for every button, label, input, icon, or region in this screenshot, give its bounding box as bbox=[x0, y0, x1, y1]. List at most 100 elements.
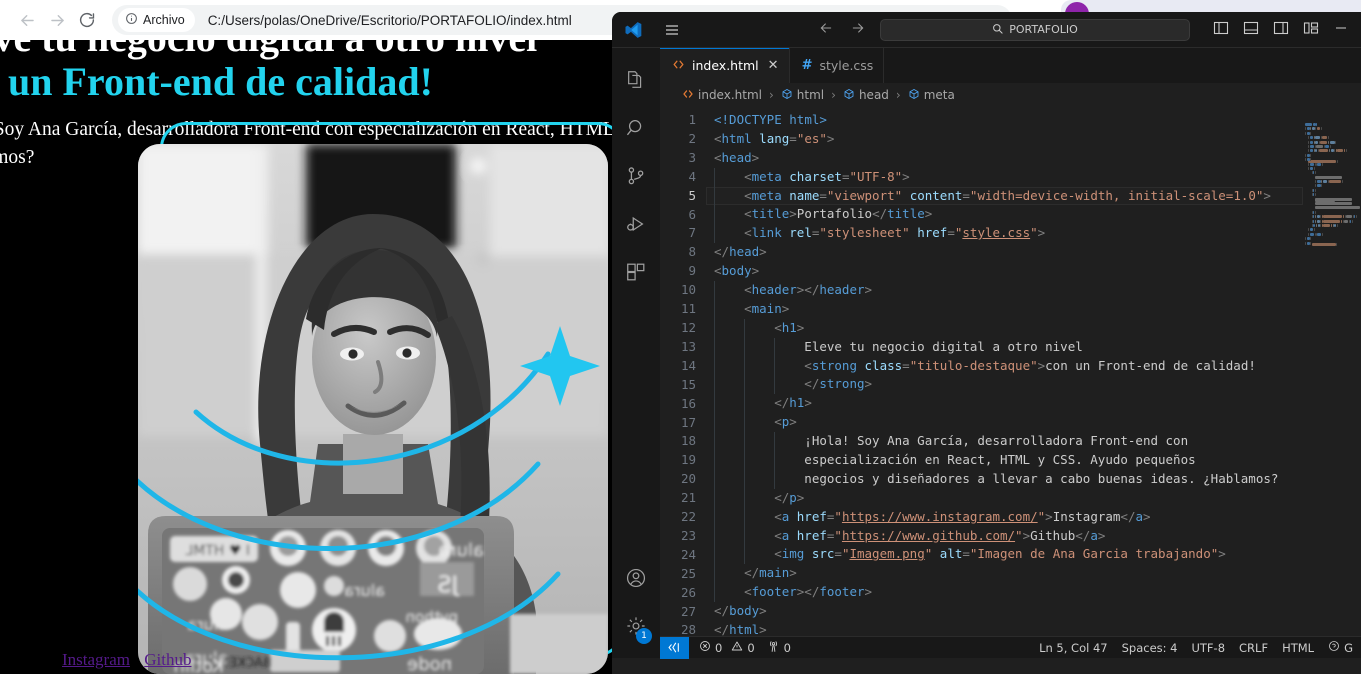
code-line[interactable]: <strong class="titulo-destaque">con un F… bbox=[706, 356, 1303, 376]
toggle-panel-icon[interactable] bbox=[1243, 20, 1259, 40]
back-button[interactable] bbox=[12, 5, 42, 35]
code-text: <link rel="stylesheet" href="style.css"> bbox=[744, 225, 1046, 241]
vscode-back-icon[interactable] bbox=[818, 20, 834, 40]
code-line[interactable]: </body> bbox=[706, 602, 1303, 621]
vscode-forward-icon[interactable] bbox=[850, 20, 866, 40]
minimap-line bbox=[1303, 203, 1361, 219]
minimap-line bbox=[1303, 133, 1361, 148]
code-line[interactable]: <header></header> bbox=[706, 281, 1303, 300]
code-editor[interactable]: 1 2 3 4 5 6 7 8 9 10 11 12 13 14 15 16 17 18 19 20 21 22 23 24 2… bbox=[660, 107, 1361, 636]
breadcrumb-item-head[interactable]: head bbox=[843, 88, 889, 103]
minimap[interactable] bbox=[1303, 107, 1361, 636]
code-content[interactable]: <!DOCTYPE html> <html lang="es"> <head> <me… bbox=[706, 107, 1303, 636]
code-line[interactable]: </main> bbox=[706, 564, 1303, 584]
problems-button[interactable]: 0 0 bbox=[699, 640, 755, 655]
eol[interactable]: CRLF bbox=[1239, 641, 1268, 655]
code-line[interactable]: negocios y diseñadores a llevar a cabo b… bbox=[706, 469, 1303, 489]
command-center[interactable]: PORTAFOLIO bbox=[880, 18, 1190, 41]
code-line[interactable]: <h1> bbox=[706, 318, 1303, 338]
close-icon[interactable]: ✕ bbox=[768, 58, 779, 73]
code-line[interactable]: <html lang="es"> bbox=[706, 130, 1303, 149]
code-line[interactable]: <head> bbox=[706, 149, 1303, 168]
code-line[interactable]: <a href="https://www.instagram.com/">Ins… bbox=[706, 507, 1303, 527]
minimap-token bbox=[1320, 140, 1328, 144]
line-number: 1 bbox=[688, 112, 696, 127]
warning-count: 0 bbox=[747, 640, 755, 655]
minimap-token bbox=[1306, 158, 1310, 162]
origin-chip[interactable]: Archivo bbox=[118, 8, 195, 32]
cursor-position[interactable]: Ln 5, Col 47 bbox=[1039, 641, 1108, 655]
url-text: C:/Users/polas/OneDrive/Escritorio/PORTA… bbox=[207, 12, 572, 28]
code-text: <header></header> bbox=[744, 282, 873, 298]
customize-layout-icon[interactable] bbox=[1303, 20, 1319, 40]
sidebar-item-source-control[interactable] bbox=[612, 152, 660, 200]
code-line[interactable]: </p> bbox=[706, 488, 1303, 508]
code-text: </p> bbox=[774, 489, 805, 505]
code-line[interactable]: Eleve tu negocio digital a otro nivel bbox=[706, 337, 1303, 357]
link-github[interactable]: Github bbox=[144, 650, 191, 669]
sidebar-item-extensions[interactable] bbox=[612, 248, 660, 296]
code-line[interactable]: <footer></footer> bbox=[706, 583, 1303, 603]
indent-guide bbox=[714, 281, 715, 300]
css-file-icon: # bbox=[801, 58, 813, 73]
minimap-token bbox=[1315, 197, 1353, 201]
breadcrumb-item-meta[interactable]: meta bbox=[908, 88, 955, 103]
encoding[interactable]: UTF-8 bbox=[1191, 641, 1225, 655]
indent-guide bbox=[744, 337, 746, 357]
line-number: 11 bbox=[680, 301, 696, 317]
hamburger-menu-icon[interactable] bbox=[654, 22, 690, 38]
prettier-button[interactable]: G bbox=[1328, 640, 1353, 655]
toggle-secondary-sidebar-icon[interactable] bbox=[1273, 20, 1289, 40]
code-line[interactable]: </html> bbox=[706, 621, 1303, 636]
manage-settings-button[interactable]: 1 bbox=[612, 602, 660, 650]
accounts-button[interactable] bbox=[612, 554, 660, 602]
breadcrumb-item-file[interactable]: index.html bbox=[682, 88, 762, 103]
language-mode[interactable]: HTML bbox=[1282, 641, 1314, 655]
code-line[interactable]: </strong> bbox=[706, 375, 1303, 395]
line-number: 17 bbox=[680, 414, 696, 430]
breadcrumb-label: html bbox=[796, 88, 825, 102]
indentation[interactable]: Spaces: 4 bbox=[1122, 641, 1178, 655]
code-line[interactable]: <p> bbox=[706, 413, 1303, 433]
code-line[interactable]: <a href="https://www.github.com/">Github… bbox=[706, 526, 1303, 546]
page-title-line1: Eleve tu negocio digital a otro nivel bbox=[0, 40, 537, 60]
sidebar-item-explorer[interactable] bbox=[612, 56, 660, 104]
code-line[interactable]: especialización en React, HTML y CSS. Ay… bbox=[706, 451, 1303, 470]
toggle-primary-sidebar-icon[interactable] bbox=[1213, 20, 1229, 40]
sidebar-item-run-debug[interactable] bbox=[612, 200, 660, 248]
code-line[interactable]: <meta name="viewport" content="width=dev… bbox=[706, 186, 1303, 206]
tab-style-css[interactable]: # style.css bbox=[789, 48, 885, 83]
code-line[interactable]: </head> bbox=[706, 243, 1303, 262]
minimap-token bbox=[1317, 232, 1322, 236]
line-number: 24 bbox=[680, 546, 696, 562]
code-line[interactable]: <body> bbox=[706, 262, 1303, 281]
indent-guide bbox=[714, 507, 715, 527]
breadcrumb-item-html[interactable]: html bbox=[781, 88, 824, 103]
minimap-token bbox=[1309, 166, 1313, 170]
line-number: 5 bbox=[688, 187, 696, 203]
breadcrumb-label: head bbox=[858, 88, 889, 102]
sidebar-item-search[interactable] bbox=[612, 104, 660, 152]
code-line[interactable]: </h1> bbox=[706, 394, 1303, 414]
minimize-icon[interactable] bbox=[1333, 20, 1349, 40]
tab-index-html[interactable]: index.html ✕ bbox=[660, 48, 790, 83]
code-line[interactable]: <title>Portafolio</title> bbox=[706, 205, 1303, 225]
link-instagram[interactable]: Instagram bbox=[62, 650, 130, 669]
ports-button[interactable]: 0 bbox=[767, 640, 791, 656]
code-line[interactable]: <meta charset="UTF-8"> bbox=[706, 167, 1303, 187]
indent-guide bbox=[714, 394, 715, 414]
code-line[interactable]: <main> bbox=[706, 299, 1303, 319]
reload-button[interactable] bbox=[72, 5, 102, 35]
warning-icon bbox=[731, 640, 743, 655]
code-line[interactable]: <link rel="stylesheet" href="style.css"> bbox=[706, 224, 1303, 244]
remote-window-button[interactable] bbox=[660, 636, 689, 659]
code-line[interactable]: <!DOCTYPE html> bbox=[706, 111, 1303, 130]
minimap-token bbox=[1336, 223, 1338, 227]
status-left: 0 0 0 bbox=[689, 640, 791, 656]
minimap-token bbox=[1323, 215, 1343, 219]
minimap-token bbox=[1316, 215, 1320, 219]
forward-button[interactable] bbox=[42, 5, 72, 35]
code-text: <p> bbox=[774, 414, 797, 430]
code-line[interactable]: <img src="Imagem.png" alt="Imagen de Ana… bbox=[706, 545, 1303, 565]
code-line[interactable]: ¡Hola! Soy Ana García, desarrolladora Fr… bbox=[706, 432, 1303, 452]
